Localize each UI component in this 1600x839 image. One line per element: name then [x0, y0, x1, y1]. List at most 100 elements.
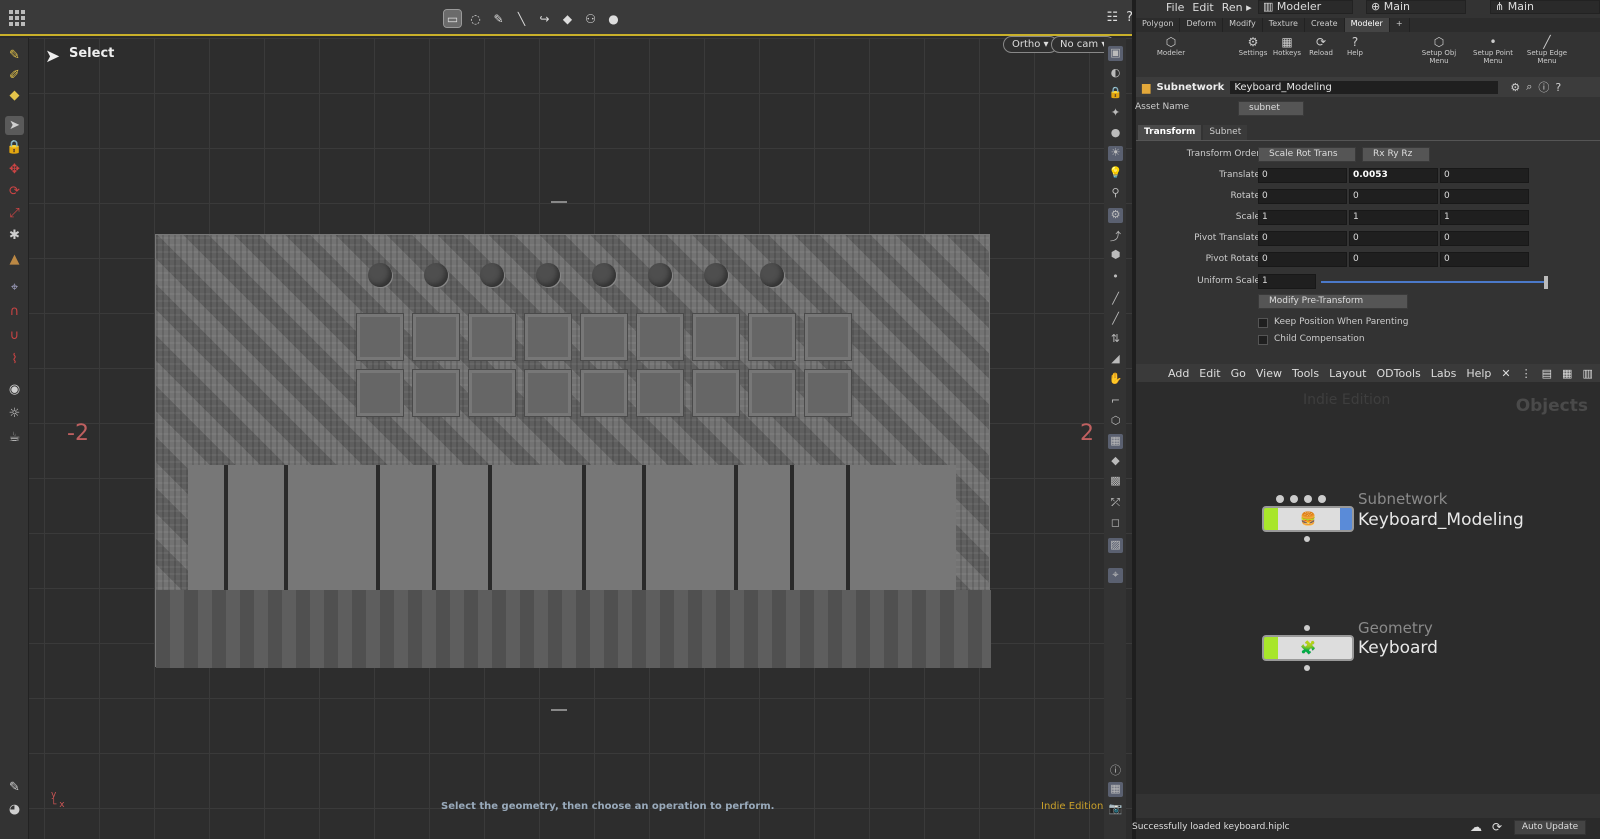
scene-viewport[interactable]: ➤ Select Ortho ▾ No cam ▾ -2 2 y └ x Sel…: [29, 36, 1132, 839]
wrench-icon[interactable]: ✕: [1501, 367, 1510, 380]
rotate-y[interactable]: 0: [1349, 189, 1438, 204]
frame-icon[interactable]: ⌐: [1108, 394, 1123, 409]
shelf-modeler[interactable]: ⬡ Modeler: [1136, 33, 1206, 65]
dot-icon[interactable]: •: [1108, 270, 1123, 285]
gear-icon[interactable]: ⚙: [1510, 81, 1520, 94]
layout-grid-icon[interactable]: ▦: [1108, 782, 1123, 797]
modify-pre-transform-button[interactable]: Modify Pre-Transform: [1258, 294, 1408, 309]
rotate-z[interactable]: 0: [1440, 189, 1529, 204]
tile-icon[interactable]: ▥: [1582, 367, 1592, 380]
net-menu-go[interactable]: Go: [1231, 367, 1246, 380]
pivot-rotate-x[interactable]: 0: [1258, 252, 1347, 267]
help-circle-icon[interactable]: ?: [1555, 81, 1561, 94]
node-output-connector[interactable]: [1304, 536, 1310, 542]
grid-icon[interactable]: ▦: [1562, 367, 1572, 380]
lock-icon[interactable]: 🔒: [5, 138, 24, 157]
uniform-scale-slider[interactable]: [1321, 281, 1545, 283]
view-mode-button[interactable]: Ortho ▾: [1003, 36, 1058, 53]
grid-view-icon[interactable]: ▦: [1108, 434, 1123, 449]
pivot-rotate-z[interactable]: 0: [1440, 252, 1529, 267]
pivot-rotate-y[interactable]: 0: [1349, 252, 1438, 267]
needle-icon[interactable]: ╱: [1108, 292, 1123, 307]
apps-grid-icon[interactable]: [9, 10, 25, 26]
rotate-order-select[interactable]: Rx Ry Rz: [1362, 147, 1430, 162]
box-view-icon[interactable]: ◻: [1108, 516, 1123, 531]
view-icon[interactable]: ⌖: [5, 278, 24, 297]
shelf-tab-texture[interactable]: Texture: [1263, 18, 1305, 32]
wire-icon[interactable]: ✦: [1108, 106, 1123, 121]
brush-select-icon[interactable]: ✎: [490, 10, 507, 27]
node-keyboard-modeling[interactable]: 🍔: [1262, 506, 1354, 532]
shelf-tab-deform[interactable]: Deform: [1180, 18, 1224, 32]
info-icon[interactable]: ⓘ: [1108, 762, 1123, 777]
cloud-icon[interactable]: ☁: [1470, 820, 1482, 834]
shelf-tab-polygon[interactable]: Polygon: [1136, 18, 1181, 32]
ghost-icon[interactable]: ◐: [1108, 66, 1123, 81]
shelf-tab-modeler[interactable]: Modeler: [1344, 18, 1390, 32]
keyboard-geometry[interactable]: [155, 234, 991, 668]
camera-tool-icon[interactable]: ◉: [5, 380, 24, 399]
context2-select[interactable]: ⋔ Main: [1490, 0, 1600, 14]
tree-icon[interactable]: ⋮: [1521, 367, 1532, 380]
hand-icon[interactable]: ✋: [1108, 372, 1123, 387]
net-menu-odtools[interactable]: ODTools: [1377, 367, 1421, 380]
light-tool-icon[interactable]: ☼: [5, 404, 24, 423]
scale-x[interactable]: 1: [1258, 210, 1347, 225]
light-icon[interactable]: ☀: [1108, 146, 1123, 161]
net-menu-layout[interactable]: Layout: [1329, 367, 1366, 380]
slider-handle[interactable]: [1544, 276, 1548, 289]
scale-icon[interactable]: ⤢: [5, 204, 24, 223]
refresh-icon[interactable]: ⟳: [1492, 820, 1502, 834]
image-icon[interactable]: ▨: [1108, 538, 1123, 553]
lasso-select-icon[interactable]: ◌: [467, 10, 484, 27]
shelf-tab-modify[interactable]: Modify: [1223, 18, 1263, 32]
uv-icon[interactable]: ▩: [1108, 474, 1123, 489]
tab-subnet[interactable]: Subnet: [1203, 125, 1248, 140]
shelf-hotkeys[interactable]: ▦ Hotkeys: [1270, 33, 1304, 65]
shelf-reload[interactable]: ⟳ Reload: [1304, 33, 1338, 65]
edit-icon[interactable]: ✎: [5, 46, 24, 65]
menu-render[interactable]: Ren ▸: [1222, 1, 1252, 14]
display-options-icon[interactable]: ☷: [1106, 10, 1118, 25]
box-select-icon[interactable]: ▭: [443, 9, 462, 28]
render-icon[interactable]: ☕: [5, 428, 24, 447]
rotate-x[interactable]: 0: [1258, 189, 1347, 204]
list-icon[interactable]: ▤: [1542, 367, 1552, 380]
translate-y[interactable]: 0.0053: [1349, 168, 1438, 183]
settings-ball-icon[interactable]: ◕: [5, 800, 24, 819]
shelf-tab-add[interactable]: +: [1390, 18, 1410, 32]
bulb-icon[interactable]: 💡: [1108, 166, 1123, 181]
secure-selection-icon[interactable]: ●: [605, 10, 622, 27]
shade-icon[interactable]: ●: [1108, 126, 1123, 141]
attach-icon[interactable]: ⌇: [5, 350, 24, 369]
menu-edit[interactable]: Edit: [1192, 1, 1213, 14]
pencil-icon[interactable]: ✐: [5, 66, 24, 85]
move-icon[interactable]: ✥: [5, 160, 24, 179]
menu-file[interactable]: File: [1166, 1, 1184, 14]
points-icon[interactable]: ⬢: [1108, 248, 1123, 263]
transform-order-select[interactable]: Scale Rot Trans: [1258, 147, 1356, 162]
net-menu-labs[interactable]: Labs: [1431, 367, 1457, 380]
paint-icon[interactable]: ✎: [5, 778, 24, 797]
scale-y[interactable]: 1: [1349, 210, 1438, 225]
net-menu-help[interactable]: Help: [1466, 367, 1491, 380]
diamond-icon[interactable]: ◆: [1108, 454, 1123, 469]
translate-z[interactable]: 0: [1440, 168, 1529, 183]
bulb2-icon[interactable]: ⚲: [1108, 186, 1123, 201]
select-arrow-icon[interactable]: ➤: [5, 116, 24, 135]
transform-icon[interactable]: ⇅: [1108, 332, 1123, 347]
node-name-field[interactable]: Keyboard_Modeling: [1230, 80, 1499, 94]
network-view[interactable]: Indie Edition Objects 🍔 Subnetwork Keybo…: [1136, 382, 1600, 794]
node-output-connector[interactable]: [1304, 665, 1310, 671]
tag-icon[interactable]: ◆: [5, 86, 24, 105]
shelf-setup-obj[interactable]: ⬡ Setup Obj Menu: [1412, 33, 1466, 65]
search-icon[interactable]: ⌕: [1526, 80, 1532, 94]
display-icon[interactable]: ▣: [1108, 46, 1123, 61]
rotate-icon[interactable]: ⟳: [5, 182, 24, 201]
tab-transform[interactable]: Transform: [1138, 125, 1202, 140]
auto-update-button[interactable]: Auto Update: [1514, 820, 1586, 835]
node-keyboard[interactable]: 🧩: [1262, 635, 1354, 661]
background-icon[interactable]: ⚙: [1108, 208, 1123, 223]
shelf-tab-create[interactable]: Create: [1305, 18, 1345, 32]
keep-position-checkbox[interactable]: [1258, 318, 1268, 328]
